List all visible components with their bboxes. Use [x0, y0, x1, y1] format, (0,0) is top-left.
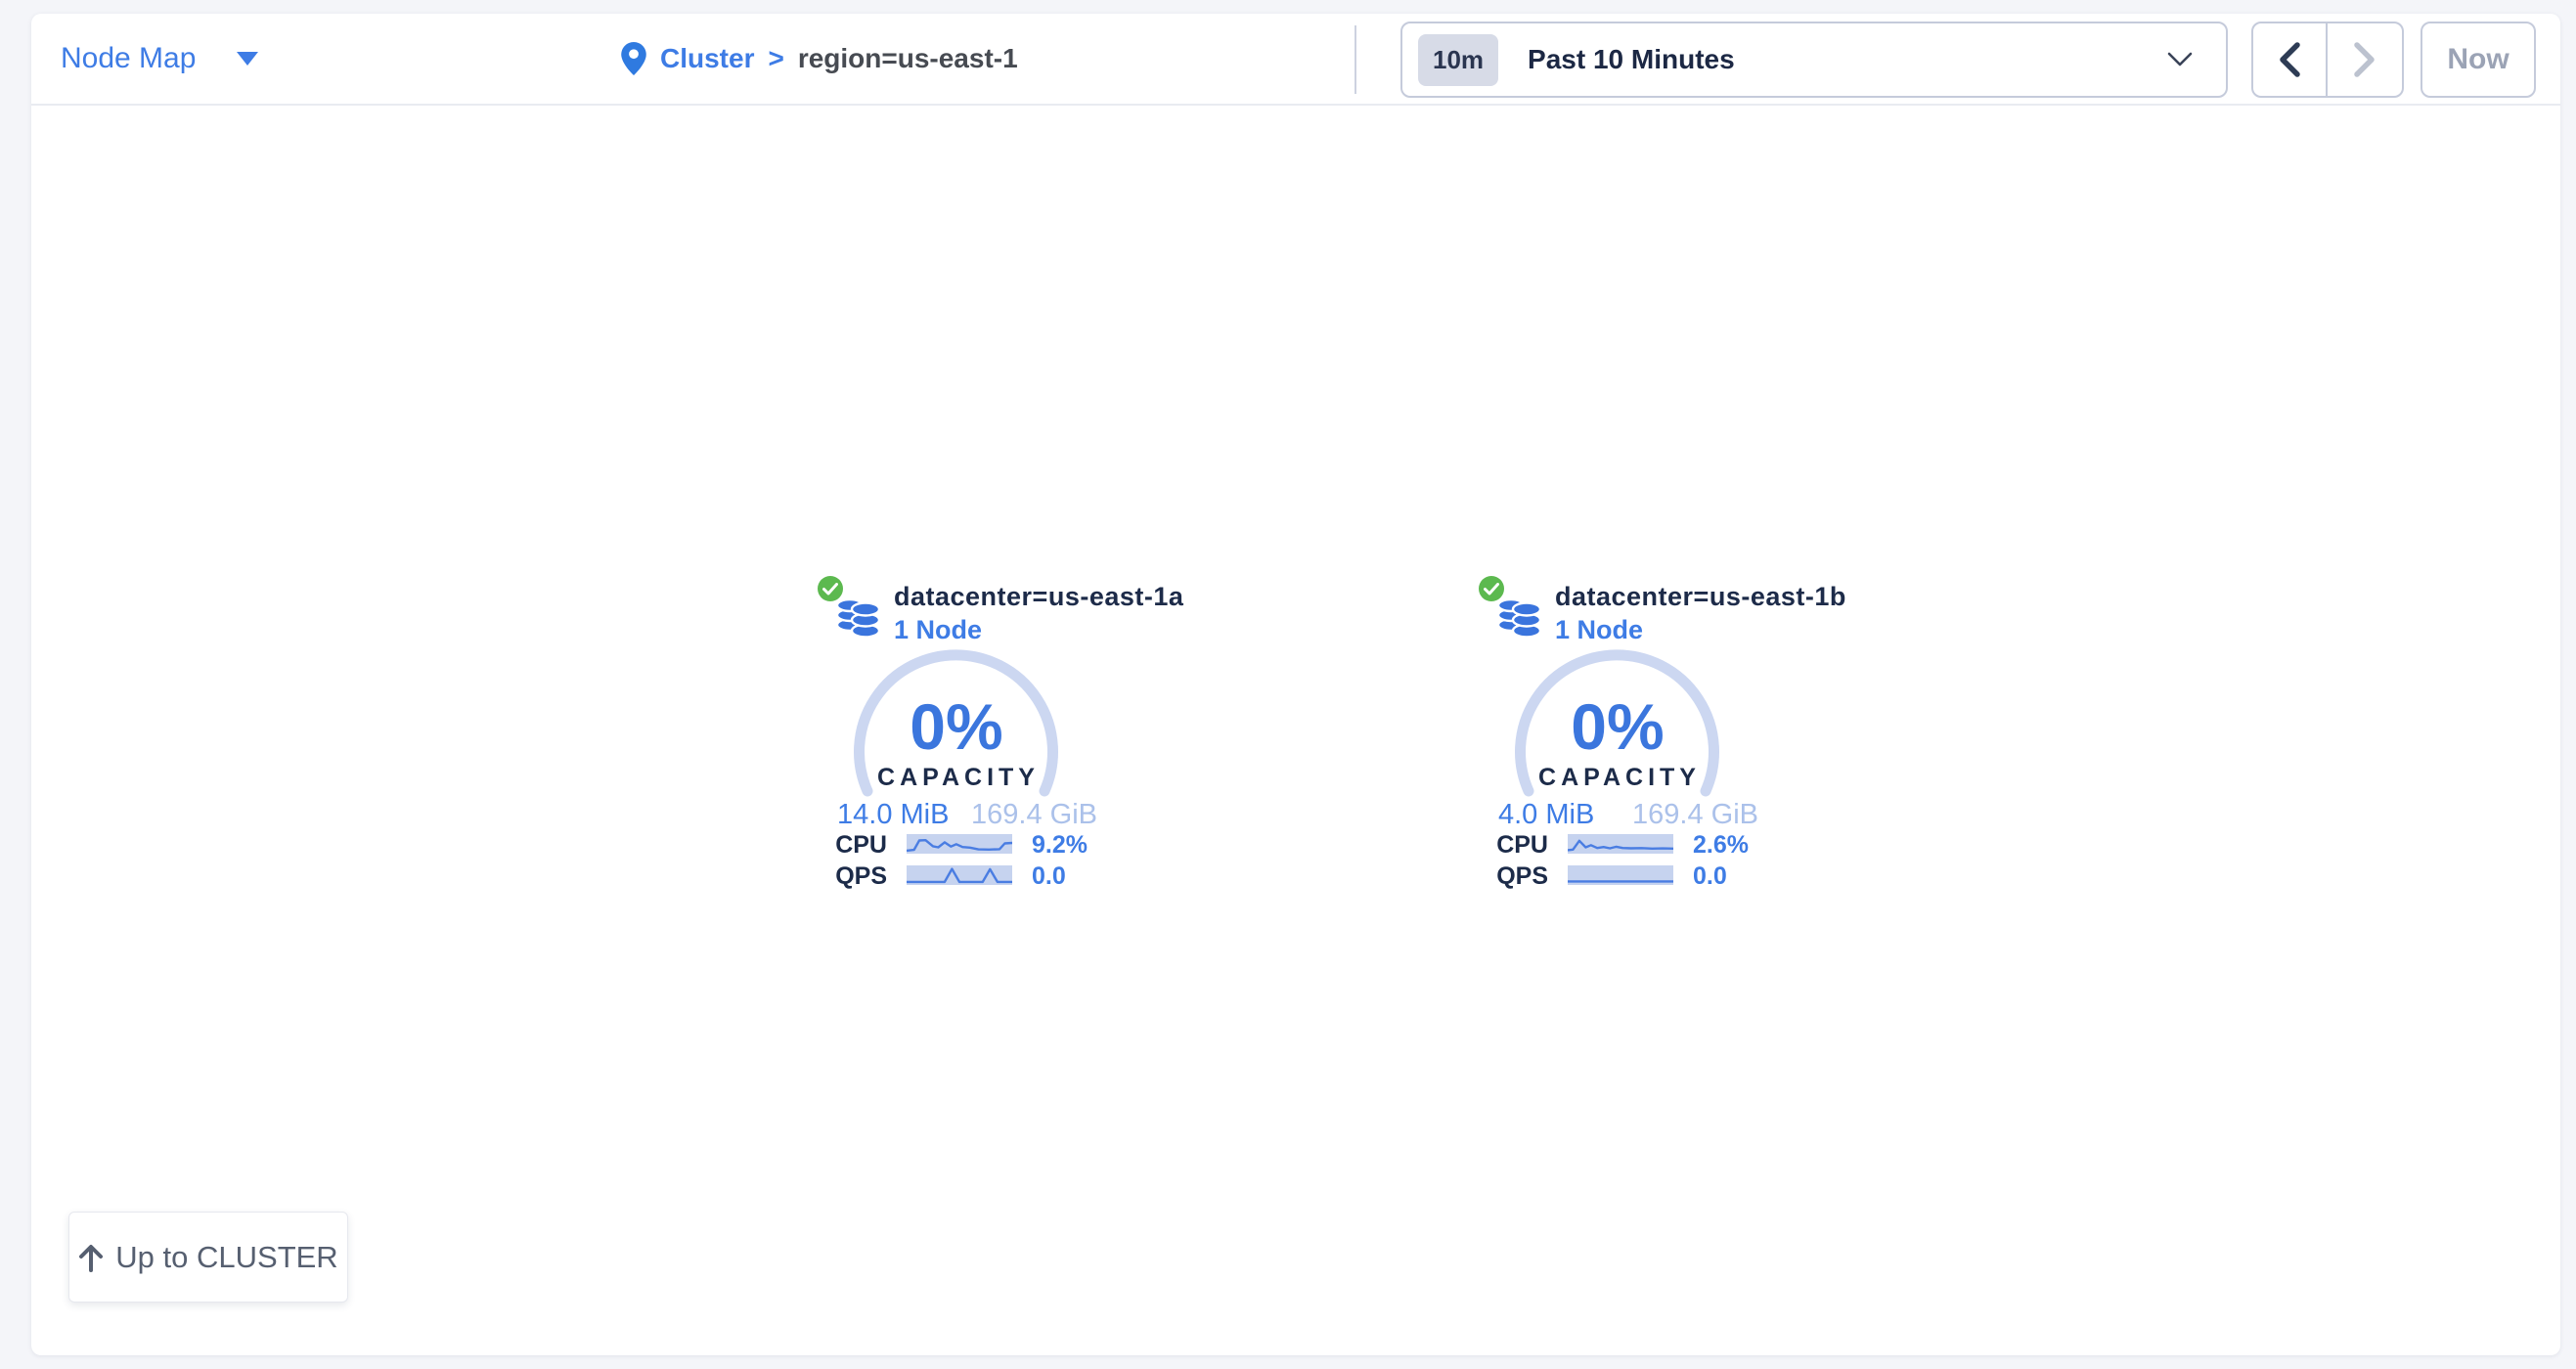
capacity-used: 14.0 MiB	[837, 799, 949, 831]
breadcrumb-cluster-link[interactable]: Cluster	[660, 43, 754, 74]
capacity-total: 169.4 GiB	[1632, 799, 1758, 831]
breadcrumb: Cluster > region=us-east-1	[621, 14, 1018, 104]
capacity-range: 14.0 MiB 169.4 GiB	[837, 799, 1097, 831]
capacity-used: 4.0 MiB	[1498, 799, 1594, 831]
cpu-label: CPU	[1473, 834, 1548, 856]
view-selector-label: Node Map	[61, 42, 196, 75]
up-to-cluster-button[interactable]: Up to CLUSTER	[68, 1212, 348, 1303]
header-divider	[1355, 25, 1356, 94]
qps-label: QPS	[812, 865, 887, 887]
up-to-cluster-label: Up to CLUSTER	[115, 1240, 337, 1275]
cpu-sparkline	[1568, 834, 1673, 854]
cpu-value: 2.6%	[1693, 834, 1749, 856]
qps-label: QPS	[1473, 865, 1548, 887]
datacenter-title: datacenter=us-east-1b	[1555, 582, 1846, 612]
qps-value: 0.0	[1693, 865, 1727, 887]
caret-down-icon	[237, 52, 258, 66]
topbar: Node Map Cluster > region=us-east-1 10m …	[31, 14, 2560, 106]
database-stack-icon	[835, 590, 882, 640]
chevron-right-icon	[2353, 42, 2376, 77]
cpu-label: CPU	[812, 834, 887, 856]
breadcrumb-current-item: region=us-east-1	[798, 43, 1018, 74]
qps-sparkline	[1568, 865, 1673, 885]
view-selector-dropdown[interactable]: Node Map	[61, 14, 258, 104]
cpu-value: 9.2%	[1032, 834, 1088, 856]
datacenter-card-us-east-1b[interactable]: datacenter=us-east-1b 1 Node 0% CAPACITY…	[1473, 574, 1766, 903]
capacity-range: 4.0 MiB 169.4 GiB	[1498, 799, 1758, 831]
capacity-percent: 0%	[1473, 689, 1762, 764]
qps-metric-row: QPS 0.0	[812, 865, 1105, 887]
time-window-selected-label: Past 10 Minutes	[1528, 44, 1735, 75]
time-prev-button[interactable]	[2253, 23, 2328, 96]
capacity-caption: CAPACITY	[812, 764, 1105, 792]
datacenter-card-us-east-1a[interactable]: datacenter=us-east-1a 1 Node 0% CAPACITY…	[812, 574, 1105, 903]
capacity-total: 169.4 GiB	[971, 799, 1097, 831]
time-nav-group	[2251, 22, 2404, 98]
capacity-caption: CAPACITY	[1473, 764, 1766, 792]
time-next-button[interactable]	[2328, 23, 2402, 96]
cpu-metric-row: CPU 2.6%	[1473, 834, 1766, 856]
qps-metric-row: QPS 0.0	[1473, 865, 1766, 887]
now-button[interactable]: Now	[2421, 22, 2536, 98]
content-panel: Node Map Cluster > region=us-east-1 10m …	[31, 14, 2560, 1355]
time-window-badge: 10m	[1418, 34, 1498, 86]
cpu-metric-row: CPU 9.2%	[812, 834, 1105, 856]
capacity-percent: 0%	[812, 689, 1101, 764]
datacenter-node-count: 1 Node	[894, 615, 982, 645]
qps-value: 0.0	[1032, 865, 1066, 887]
qps-sparkline	[907, 865, 1012, 885]
cpu-sparkline	[907, 834, 1012, 854]
chevron-down-icon	[2167, 52, 2193, 67]
node-map-canvas: datacenter=us-east-1a 1 Node 0% CAPACITY…	[31, 108, 2560, 1355]
datacenter-node-count: 1 Node	[1555, 615, 1643, 645]
breadcrumb-separator: >	[768, 43, 783, 74]
time-window-dropdown[interactable]: 10m Past 10 Minutes	[1400, 22, 2228, 98]
datacenter-title: datacenter=us-east-1a	[894, 582, 1183, 612]
up-arrow-icon	[78, 1243, 104, 1272]
location-pin-icon	[621, 42, 646, 75]
chevron-left-icon	[2278, 42, 2301, 77]
database-stack-icon	[1496, 590, 1543, 640]
